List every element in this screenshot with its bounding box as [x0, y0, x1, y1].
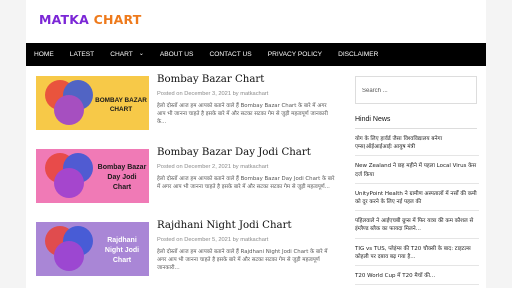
- main-navigation: HOME LATEST CHART ⌄ ABOUT US CONTACT US P…: [26, 43, 486, 66]
- by-label: by: [232, 164, 239, 170]
- thumbnail-caption-line: BOMBAY BAZAR: [95, 97, 147, 104]
- nav-item-chart[interactable]: CHART ⌄: [102, 43, 152, 66]
- post-item: Rajdhani Night Jodi Chart Rajdhani Night…: [36, 218, 341, 288]
- nav-label: HOME: [34, 51, 54, 58]
- post-excerpt: हेलो दोस्तों आज हम आपको बताने वाले हैं R…: [157, 249, 328, 272]
- news-item[interactable]: UnityPoint Health ने ग्रामीण अस्पतालों म…: [355, 189, 479, 212]
- thumbnail-caption-line: Bombay Bazar: [98, 164, 147, 171]
- post-thumbnail[interactable]: BOMBAY BAZAR CHART: [36, 76, 149, 130]
- nav-label: CONTACT US: [209, 51, 252, 58]
- post-date[interactable]: December 2, 2021: [184, 164, 231, 170]
- post-date[interactable]: December 3, 2021: [184, 91, 231, 97]
- by-label: by: [232, 237, 239, 243]
- post-thumbnail-graphic: BOMBAY BAZAR CHART: [36, 76, 149, 130]
- widget-title: Hindi News: [355, 116, 391, 123]
- nav-item-privacy-policy[interactable]: PRIVACY POLICY: [260, 43, 330, 66]
- nav-label: CHART: [110, 51, 133, 58]
- posted-on-label: Posted on: [157, 91, 183, 97]
- nav-item-latest[interactable]: LATEST: [62, 43, 102, 66]
- nav-label: ABOUT US: [159, 51, 194, 58]
- site-logo[interactable]: MATKA CHART: [39, 12, 142, 27]
- nav-label: PRIVACY POLICY: [267, 51, 323, 58]
- nav-item-about-us[interactable]: ABOUT US: [152, 43, 202, 66]
- post-meta: Posted on December 2, 2021 by matkachart: [157, 164, 268, 170]
- search-input[interactable]: [356, 78, 476, 104]
- thumbnail-caption-line: Chart: [113, 257, 132, 264]
- post-title[interactable]: Bombay Bazar Day Jodi Chart: [157, 147, 311, 158]
- venn-circle-purple: [54, 95, 84, 125]
- chevron-down-icon: ⌄: [138, 51, 144, 57]
- news-item[interactable]: T20 World Cup में T20 मैचों की...: [355, 271, 479, 286]
- news-item[interactable]: New Zealand ने छह महीने में पहला Local V…: [355, 161, 479, 184]
- post-meta: Posted on December 3, 2021 by matkachart: [157, 91, 268, 97]
- thumbnail-caption-line: Rajdhani: [107, 237, 137, 244]
- venn-circle-purple: [54, 168, 84, 198]
- post-list: BOMBAY BAZAR CHART Bombay Bazar Chart Po…: [36, 72, 341, 288]
- search-box: [355, 76, 477, 104]
- posted-on-label: Posted on: [157, 237, 183, 243]
- post-thumbnail-graphic: Rajdhani Night Jodi Chart: [36, 222, 149, 276]
- post-date[interactable]: December 5, 2021: [184, 237, 231, 243]
- page-container: MATKA CHART HOME LATEST CHART ⌄ ABOUT US …: [26, 0, 486, 288]
- logo-text-primary: MATKA: [39, 12, 90, 27]
- post-thumbnail[interactable]: Rajdhani Night Jodi Chart: [36, 222, 149, 276]
- post-item: Bombay Bazar Day Jodi Chart Bombay Bazar…: [36, 145, 341, 218]
- thumbnail-caption-line: Day Jodi: [107, 174, 136, 181]
- nav-label: DISCLAIMER: [338, 51, 379, 58]
- post-item: BOMBAY BAZAR CHART Bombay Bazar Chart Po…: [36, 72, 341, 145]
- by-label: by: [232, 91, 239, 97]
- post-title[interactable]: Rajdhani Night Jodi Chart: [157, 220, 292, 231]
- nav-item-contact-us[interactable]: CONTACT US: [201, 43, 259, 66]
- post-meta: Posted on December 5, 2021 by matkachart: [157, 237, 268, 243]
- nav-label: LATEST: [69, 51, 95, 58]
- news-item[interactable]: पहिलवाले ने आईएचबी ग्रुप्स में फिर यात्र…: [355, 216, 479, 239]
- news-item[interactable]: TIG vs TUS, प्लेइंग्स की T20 चौक्सी के ब…: [355, 244, 479, 267]
- thumbnail-caption-line: Chart: [113, 184, 132, 191]
- post-author[interactable]: matkachart: [240, 237, 268, 243]
- post-title[interactable]: Bombay Bazar Chart: [157, 74, 264, 85]
- venn-circle-purple: [54, 241, 84, 271]
- post-excerpt: हेलो दोस्तों आज हम आपको बताने वाले हैं B…: [157, 103, 328, 126]
- posted-on-label: Posted on: [157, 164, 183, 170]
- post-thumbnail[interactable]: Bombay Bazar Day Jodi Chart: [36, 149, 149, 203]
- thumbnail-caption-line: Night Jodi: [105, 247, 139, 254]
- nav-item-disclaimer[interactable]: DISCLAIMER: [330, 43, 386, 66]
- news-list: योग के लिए हार्वर्ड जैसा विश्वविद्यालय ब…: [355, 134, 479, 288]
- nav-item-home[interactable]: HOME: [26, 43, 62, 66]
- news-item[interactable]: योग के लिए हार्वर्ड जैसा विश्वविद्यालय ब…: [355, 134, 479, 157]
- thumbnail-caption-line: CHART: [110, 106, 132, 113]
- post-author[interactable]: matkachart: [240, 164, 268, 170]
- post-author[interactable]: matkachart: [240, 91, 268, 97]
- post-thumbnail-graphic: Bombay Bazar Day Jodi Chart: [36, 149, 149, 203]
- widget-divider: [355, 128, 477, 129]
- logo-text-accent: CHART: [93, 12, 142, 27]
- post-excerpt: हेलो दोस्तों आज हम आपको बताने वाले हैं B…: [157, 176, 335, 191]
